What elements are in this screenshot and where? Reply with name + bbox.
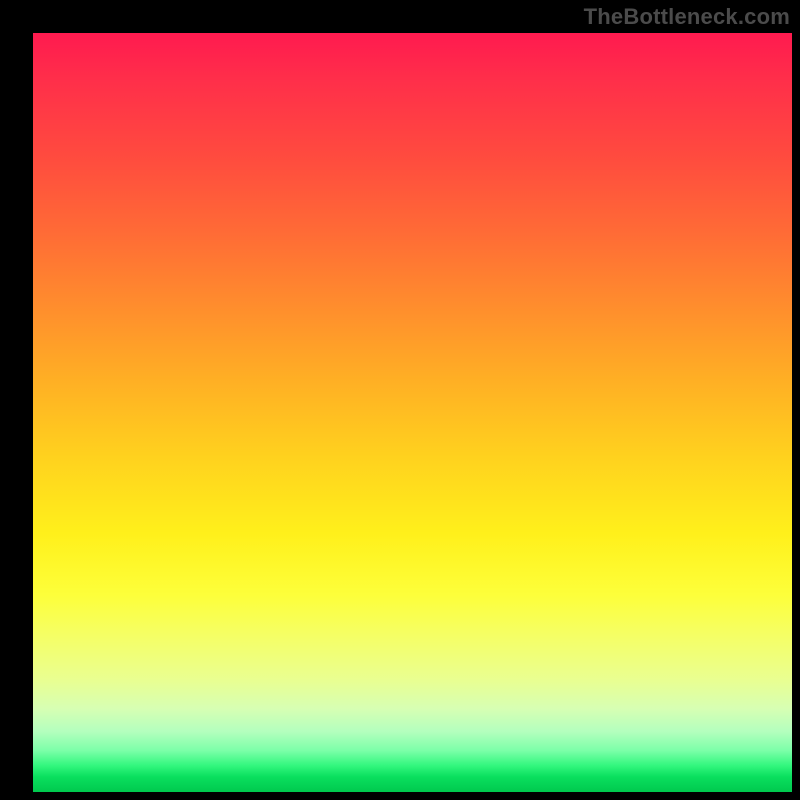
background-gradient [33,33,792,792]
watermark-text: TheBottleneck.com [584,4,790,30]
chart-stage: TheBottleneck.com [0,0,800,800]
plot-area [33,33,792,792]
